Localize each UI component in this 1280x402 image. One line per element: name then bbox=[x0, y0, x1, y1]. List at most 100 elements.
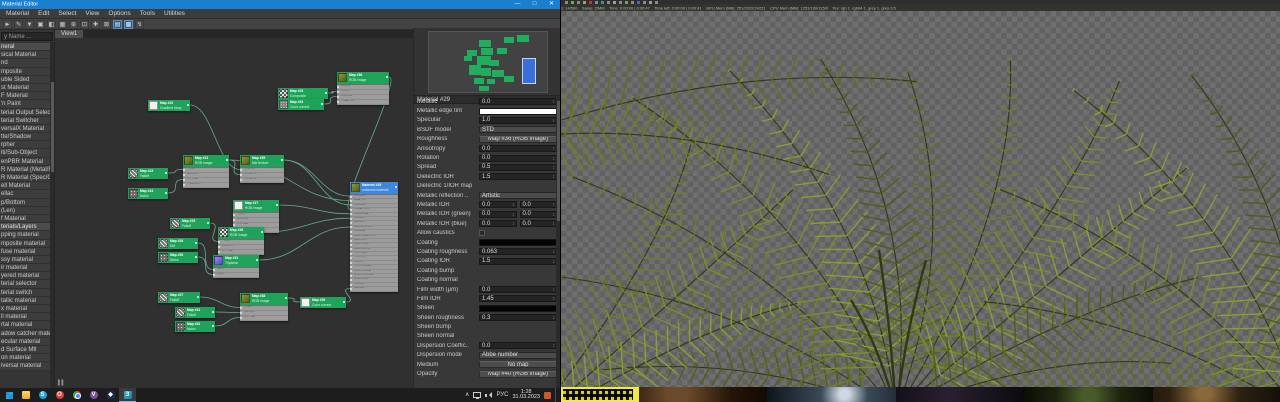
node-header[interactable]: Map #30 Noise bbox=[158, 252, 198, 263]
browser-item[interactable]: 'n Paint bbox=[0, 100, 54, 109]
map-node[interactable]: Map #35Mix textureAmountTexture 1Texture… bbox=[240, 155, 284, 183]
show-map-in-viewport-icon[interactable]: ◧ bbox=[47, 19, 56, 29]
param-spinner[interactable]: 0.0 ↕ bbox=[479, 201, 517, 209]
maximize-button[interactable]: □ bbox=[526, 0, 543, 9]
browser-item[interactable]: lti/Sub-Object bbox=[0, 149, 54, 158]
browser-item[interactable]: enPBR Material bbox=[0, 157, 54, 166]
node-header[interactable]: Map #24 Noise bbox=[128, 188, 168, 199]
node-header[interactable]: Map #28 RGB image bbox=[218, 227, 264, 239]
map-button[interactable]: Map #40 (RGB image) bbox=[479, 370, 557, 378]
taskbar-chrome[interactable] bbox=[68, 388, 85, 402]
browser-item[interactable]: pping material bbox=[0, 231, 54, 240]
browser-item[interactable]: yered material bbox=[0, 272, 54, 281]
param-spinner[interactable]: 0.0 ↕ bbox=[479, 210, 517, 218]
param-slider[interactable]: 0.3 ↕ bbox=[479, 314, 557, 322]
browser-item[interactable]: R Material (Metal/Rou bbox=[0, 165, 54, 174]
node-header[interactable]: Map #42 Noise bbox=[175, 321, 215, 332]
map-node[interactable]: Map #30 Noise bbox=[158, 252, 198, 263]
put-to-library-icon[interactable]: ▼ bbox=[25, 19, 34, 29]
browser-item[interactable]: R Material (Spec/Glos) bbox=[0, 174, 54, 183]
menu-material[interactable]: Material bbox=[6, 10, 29, 17]
browser-item[interactable]: fuse material bbox=[0, 247, 54, 256]
start-button[interactable] bbox=[0, 388, 17, 402]
node-canvas[interactable]: Map #22 Gradient ramp Map #33 Composite Map … bbox=[55, 38, 413, 388]
spinner-icon[interactable]: ↕ bbox=[553, 99, 556, 106]
node-header[interactable]: Map #27 RGB image bbox=[233, 200, 279, 212]
node-header[interactable]: Map #35 Mix texture bbox=[240, 155, 284, 167]
browser-item[interactable]: ll material bbox=[0, 313, 54, 322]
map-node[interactable]: Map #28RGB imagePowerGammaUV map bbox=[218, 227, 264, 255]
browser-item[interactable]: ellac bbox=[0, 190, 54, 199]
param-slider[interactable]: 1.5 ↕ bbox=[479, 257, 557, 265]
browser-item[interactable]: iversal material bbox=[0, 362, 54, 371]
show-desktop-button[interactable] bbox=[555, 388, 558, 402]
taskbar-3dsmax[interactable]: 3 bbox=[119, 388, 136, 402]
node-view[interactable]: View1 Map #22 Gradient ramp Map #33 Composi… bbox=[55, 30, 413, 388]
spinner-icon[interactable]: ↕ bbox=[553, 315, 556, 322]
param-dropdown[interactable]: STD▾ bbox=[479, 126, 557, 134]
titlebar[interactable]: Material Editor — □ ✕ bbox=[0, 0, 560, 9]
network-icon[interactable] bbox=[473, 392, 482, 399]
param-slider[interactable]: 0.0 ↕ bbox=[479, 342, 557, 350]
browser-item[interactable]: terial switch bbox=[0, 288, 54, 297]
map-button[interactable]: No map bbox=[479, 361, 557, 369]
node-header[interactable]: Map #21 RGB image bbox=[183, 155, 229, 167]
node-header[interactable]: Map #26 Dirt bbox=[158, 238, 198, 249]
node-slot[interactable]: Opacity bbox=[350, 287, 398, 292]
map-button[interactable]: Map #36 (RGB image) bbox=[479, 135, 557, 143]
param-spinner[interactable]: 0.0 ↕ bbox=[519, 210, 557, 218]
node-slot[interactable]: Projection bbox=[183, 183, 229, 188]
spinner-icon[interactable]: ↕ bbox=[553, 146, 556, 153]
map-node[interactable]: Map #38RGB imagePowerGammaUV map bbox=[240, 293, 288, 321]
volume-icon[interactable] bbox=[485, 391, 493, 399]
param-spinner[interactable]: 0.0 ↕ bbox=[479, 220, 517, 228]
browser-item[interactable]: ecular material bbox=[0, 337, 54, 346]
browser-item[interactable]: f Material bbox=[0, 214, 54, 224]
search-input[interactable]: y Name ... bbox=[1, 32, 53, 41]
browser-item[interactable]: p/Bottom bbox=[0, 198, 54, 207]
map-node[interactable]: Map #34 Color correct bbox=[278, 99, 324, 110]
browser-item[interactable]: F Material bbox=[0, 92, 54, 101]
browser-item[interactable]: terial selector bbox=[0, 280, 54, 289]
node-slot[interactable]: Texture 2 bbox=[240, 178, 284, 183]
node-slot[interactable]: Scale bbox=[213, 273, 259, 278]
spinner-icon[interactable]: ↕ bbox=[553, 296, 556, 303]
param-slider[interactable]: 1.45 ↕ bbox=[479, 295, 557, 303]
zoom-extents-icon[interactable]: ⊠ bbox=[102, 19, 111, 29]
render-preview-icon[interactable]: ↯ bbox=[135, 19, 144, 29]
browser-item[interactable]: tte/Shadow bbox=[0, 133, 54, 142]
checkbox[interactable] bbox=[479, 230, 485, 237]
browser-item[interactable]: ir material bbox=[0, 264, 54, 273]
map-node[interactable]: Map #25 Falloff bbox=[170, 218, 210, 229]
select-icon[interactable]: ► bbox=[3, 19, 12, 29]
map-node[interactable]: Map #33 Composite bbox=[278, 88, 328, 99]
param-spinner[interactable]: 0.0 ↕ bbox=[519, 220, 557, 228]
spinner-icon[interactable]: ↕ bbox=[553, 156, 556, 163]
param-slider[interactable]: 0.0 ↕ bbox=[479, 286, 557, 293]
browser-item[interactable]: x material bbox=[0, 305, 54, 314]
browser-item[interactable]: mposite material bbox=[0, 239, 54, 248]
close-button[interactable]: ✕ bbox=[543, 0, 560, 9]
spinner-icon[interactable]: ↕ bbox=[553, 174, 556, 181]
language-indicator[interactable]: РУС bbox=[496, 388, 508, 402]
taskbar-clock[interactable]: 1:28 31.03.2023 bbox=[512, 389, 540, 401]
spinner-icon[interactable]: ↕ bbox=[553, 165, 556, 172]
menu-view[interactable]: View bbox=[85, 10, 99, 17]
minimize-button[interactable]: — bbox=[509, 0, 526, 9]
browser-item[interactable]: terial Output Selector bbox=[0, 108, 54, 117]
browser-item[interactable]: tallic material bbox=[0, 296, 54, 305]
node-header[interactable]: Material #29 universal material bbox=[350, 182, 398, 194]
browser-item[interactable]: st Material bbox=[0, 83, 54, 93]
node-header[interactable]: Map #38 RGB image bbox=[240, 293, 288, 305]
hide-unused-nodeslots-icon[interactable]: ▩ bbox=[124, 19, 133, 29]
map-node[interactable]: Map #23 Falloff bbox=[128, 168, 168, 179]
map-node[interactable]: Map #41 Falloff bbox=[175, 307, 215, 318]
spinner-icon[interactable]: ↕ bbox=[553, 221, 556, 228]
param-slider[interactable]: 0.0 ↕ bbox=[479, 98, 557, 106]
map-node[interactable]: Map #42 Noise bbox=[175, 321, 215, 332]
param-slider[interactable]: 0.063 ↕ bbox=[479, 248, 557, 256]
layout-all-icon[interactable]: ▤ bbox=[113, 19, 122, 29]
browser-item[interactable]: sical Material bbox=[0, 51, 54, 60]
spinner-icon[interactable]: ↕ bbox=[553, 118, 556, 125]
browser-item[interactable]: ssy material bbox=[0, 255, 54, 265]
